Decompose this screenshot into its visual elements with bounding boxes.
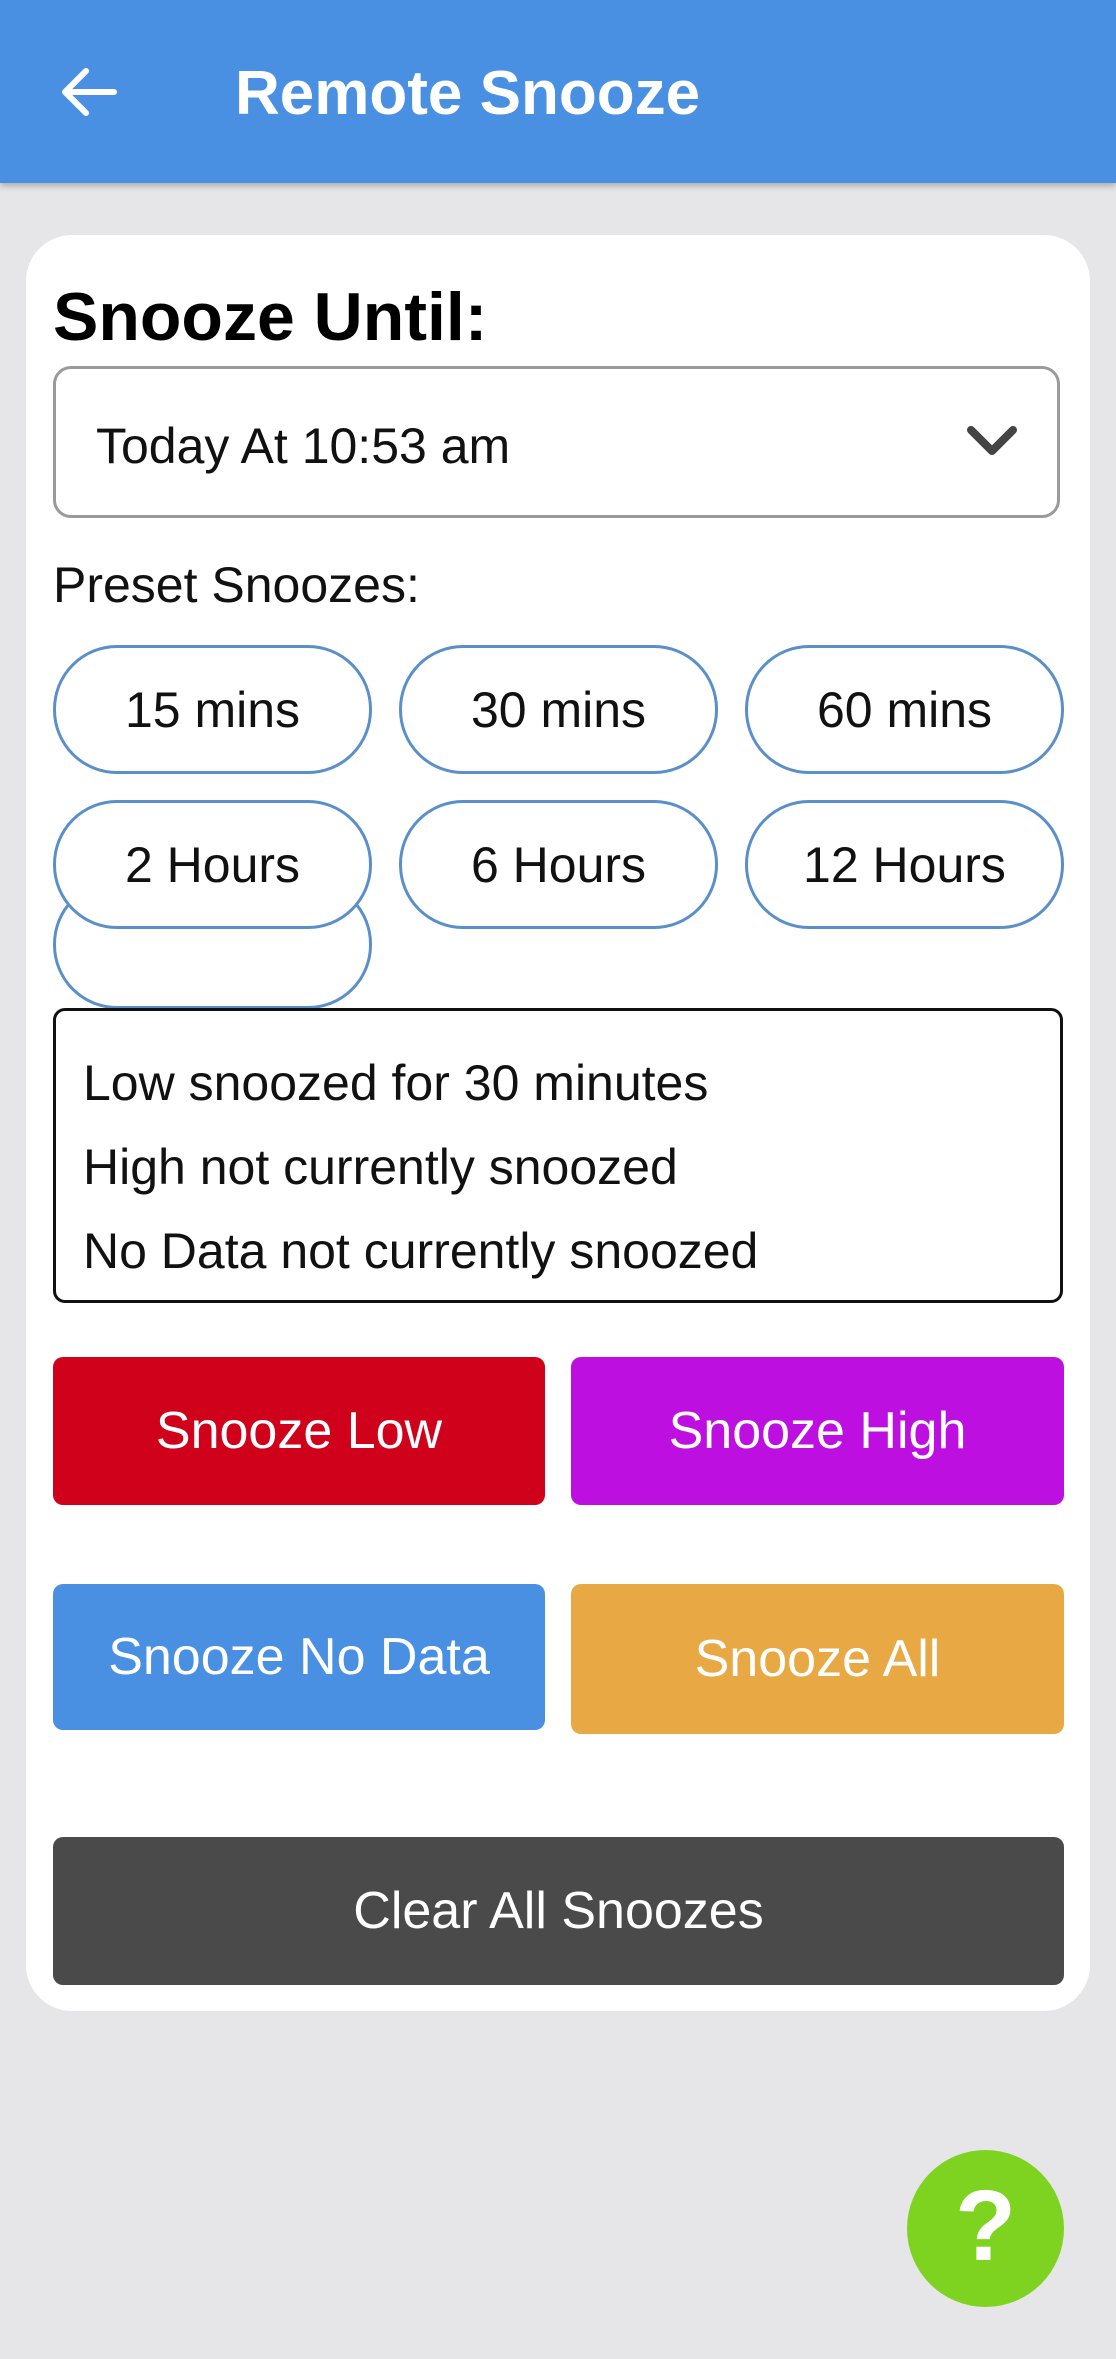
snooze-high-button[interactable]: Snooze High	[571, 1357, 1064, 1505]
snooze-low-button[interactable]: Snooze Low	[53, 1357, 545, 1505]
clear-all-snoozes-button[interactable]: Clear All Snoozes	[53, 1837, 1064, 1985]
arrow-left-icon	[62, 68, 117, 116]
page-title: Remote Snooze	[235, 59, 701, 128]
preset-15-mins-button[interactable]: 15 mins	[53, 645, 372, 774]
snooze-no-data-button[interactable]: Snooze No Data	[53, 1584, 545, 1730]
preset-6-hours-button[interactable]: 6 Hours	[399, 800, 718, 929]
snooze-status-box: Low snoozed for 30 minutes High not curr…	[53, 1008, 1063, 1303]
preset-snoozes-label: Preset Snoozes:	[53, 557, 420, 613]
preset-30-mins-button[interactable]: 30 mins	[399, 645, 718, 774]
snooze-card: Snooze Until: Today At 10:53 am Preset S…	[26, 235, 1090, 2011]
snooze-until-title: Snooze Until:	[53, 279, 488, 355]
back-button[interactable]	[58, 62, 118, 122]
snooze-until-select[interactable]: Today At 10:53 am	[53, 366, 1060, 518]
status-no-data: No Data not currently snoozed	[83, 1223, 759, 1279]
status-high: High not currently snoozed	[83, 1139, 678, 1195]
preset-12-hours-button[interactable]: 12 Hours	[745, 800, 1064, 929]
app-bar: Remote Snooze	[0, 0, 1116, 183]
help-button[interactable]: ?	[907, 2150, 1064, 2307]
question-mark-icon: ?	[955, 2170, 1016, 2282]
preset-60-mins-button[interactable]: 60 mins	[745, 645, 1064, 774]
svg-text:?: ?	[955, 2170, 1016, 2282]
snooze-until-value: Today At 10:53 am	[96, 418, 511, 474]
chevron-down-icon	[965, 421, 1019, 461]
status-low: Low snoozed for 30 minutes	[83, 1055, 709, 1111]
preset-2-hours-button[interactable]: 2 Hours	[53, 800, 372, 929]
snooze-all-button[interactable]: Snooze All	[571, 1584, 1064, 1734]
